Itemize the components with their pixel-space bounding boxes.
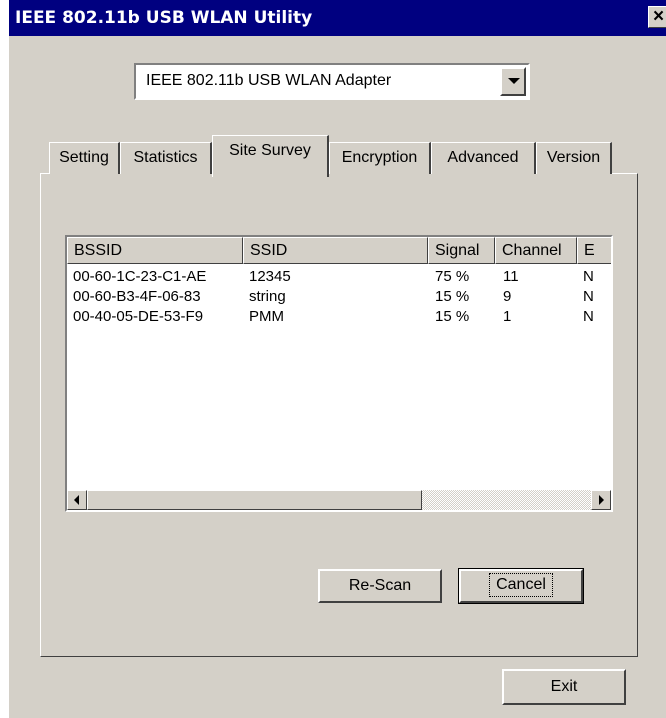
arrow-right-icon [599, 495, 604, 505]
cancel-label: Cancel [489, 573, 553, 597]
close-icon: × [653, 6, 665, 27]
cell-e: N [583, 268, 594, 285]
column-header-ssid[interactable]: SSID [243, 237, 428, 264]
title-bar[interactable]: IEEE 802.11b USB WLAN Utility × [9, 0, 666, 36]
horizontal-scrollbar[interactable] [67, 490, 611, 510]
scroll-left-button[interactable] [67, 490, 87, 510]
cell-ssid: string [249, 288, 286, 305]
rescan-label: Re-Scan [348, 577, 412, 594]
exit-label: Exit [550, 678, 578, 695]
arrow-left-icon [74, 495, 79, 505]
cancel-button[interactable]: Cancel [458, 568, 584, 604]
cell-channel: 1 [503, 308, 512, 325]
cell-signal: 15 % [435, 288, 470, 305]
dropdown-arrow-button[interactable] [500, 67, 526, 96]
rescan-button[interactable]: Re-Scan [318, 569, 442, 603]
tab-setting[interactable]: Setting [49, 142, 120, 174]
window-title: IEEE 802.11b USB WLAN Utility [15, 8, 313, 28]
tab-advanced[interactable]: Advanced [431, 142, 536, 174]
cell-bssid: 00-40-05-DE-53-F9 [73, 308, 204, 325]
column-header-channel[interactable]: Channel [495, 237, 577, 264]
cell-signal: 15 % [435, 308, 470, 325]
cell-bssid: 00-60-B3-4F-06-83 [73, 288, 201, 305]
adapter-select[interactable]: IEEE 802.11b USB WLAN Adapter [134, 63, 530, 100]
chevron-down-icon [508, 78, 520, 84]
exit-button[interactable]: Exit [502, 669, 626, 705]
cell-ssid: 12345 [249, 268, 291, 285]
tab-statistics[interactable]: Statistics [120, 142, 212, 174]
tab-version[interactable]: Version [536, 142, 612, 174]
cell-signal: 75 % [435, 268, 470, 285]
cell-e: N [583, 288, 594, 305]
adapter-select-value: IEEE 802.11b USB WLAN Adapter [146, 72, 392, 89]
scroll-right-button[interactable] [591, 490, 611, 510]
tab-site-survey[interactable]: Site Survey [212, 135, 329, 177]
site-survey-list[interactable]: BSSID SSID Signal Channel E 00-60-1C-23-… [65, 235, 613, 512]
tab-encryption[interactable]: Encryption [329, 142, 431, 174]
cell-channel: 9 [503, 288, 512, 305]
cell-bssid: 00-60-1C-23-C1-AE [73, 268, 207, 285]
close-button[interactable]: × [648, 6, 666, 28]
column-header-signal[interactable]: Signal [428, 237, 495, 264]
cell-e: N [583, 308, 594, 325]
column-header-bssid[interactable]: BSSID [67, 237, 243, 264]
column-header-e[interactable]: E [577, 237, 611, 264]
scroll-thumb[interactable] [87, 490, 422, 510]
cell-channel: 11 [503, 268, 519, 285]
cell-ssid: PMM [249, 308, 284, 325]
